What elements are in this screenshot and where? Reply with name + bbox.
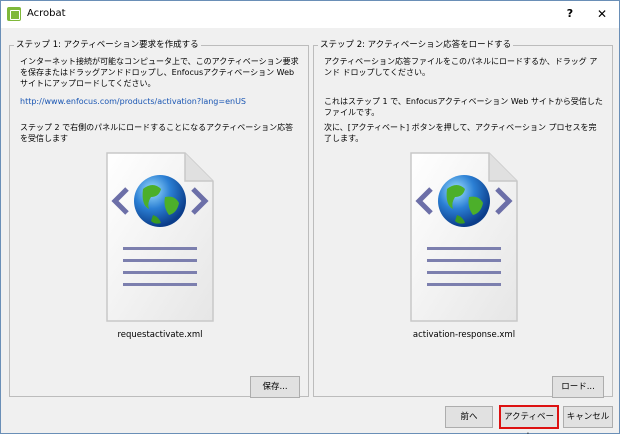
response-file-icon[interactable] <box>409 151 519 323</box>
request-file-name: requestactivate.xml <box>117 330 203 340</box>
save-button[interactable]: 保存... <box>250 376 300 398</box>
window-title: Acrobat <box>27 8 66 19</box>
step1-description: インターネット接続が可能なコンピュータ上で、このアクティベーション要求を保存また… <box>20 57 299 88</box>
request-file-icon[interactable] <box>105 151 215 323</box>
globe-icon <box>438 175 490 227</box>
back-button[interactable]: 前へ <box>445 406 493 428</box>
activation-link[interactable]: http://www.enfocus.com/products/activati… <box>20 96 300 107</box>
step1-panel[interactable]: ステップ 1: アクティベーション要求を作成する インターネット接続が可能なコン… <box>9 38 309 398</box>
help-button[interactable]: ? <box>561 5 579 23</box>
step2-panel[interactable]: ステップ 2: アクティベーション応答をロードする アクティベーション応答ファイ… <box>313 38 613 398</box>
globe-icon <box>134 175 186 227</box>
app-icon <box>7 7 21 21</box>
load-button[interactable]: ロード... <box>552 376 604 398</box>
step2-note2: 次に、[アクティベート] ボタンを押して、アクティベーション プロセスを完了しま… <box>324 123 597 143</box>
step2-title: ステップ 2: アクティベーション応答をロードする <box>318 38 514 50</box>
activate-button[interactable]: アクティベート <box>499 405 559 434</box>
title-bar: Acrobat ? ✕ <box>1 1 619 28</box>
step2-description: アクティベーション応答ファイルをこのパネルにロードするか、ドラッグ アンド ドロ… <box>324 57 598 77</box>
close-button[interactable]: ✕ <box>593 5 611 23</box>
step1-note: ステップ 2 で右側のパネルにロードすることになるアクティベーション応答を受信し… <box>20 123 294 143</box>
response-file-name: activation-response.xml <box>412 330 516 340</box>
cancel-button[interactable]: キャンセル <box>563 406 613 428</box>
step2-note1: これはステップ 1 で、Enfocusアクティベーション Web サイトから受信… <box>324 97 603 117</box>
step1-title: ステップ 1: アクティベーション要求を作成する <box>14 38 201 50</box>
activation-dialog: Acrobat ? ✕ ステップ 1: アクティベーション要求を作成する インタ… <box>0 0 620 434</box>
